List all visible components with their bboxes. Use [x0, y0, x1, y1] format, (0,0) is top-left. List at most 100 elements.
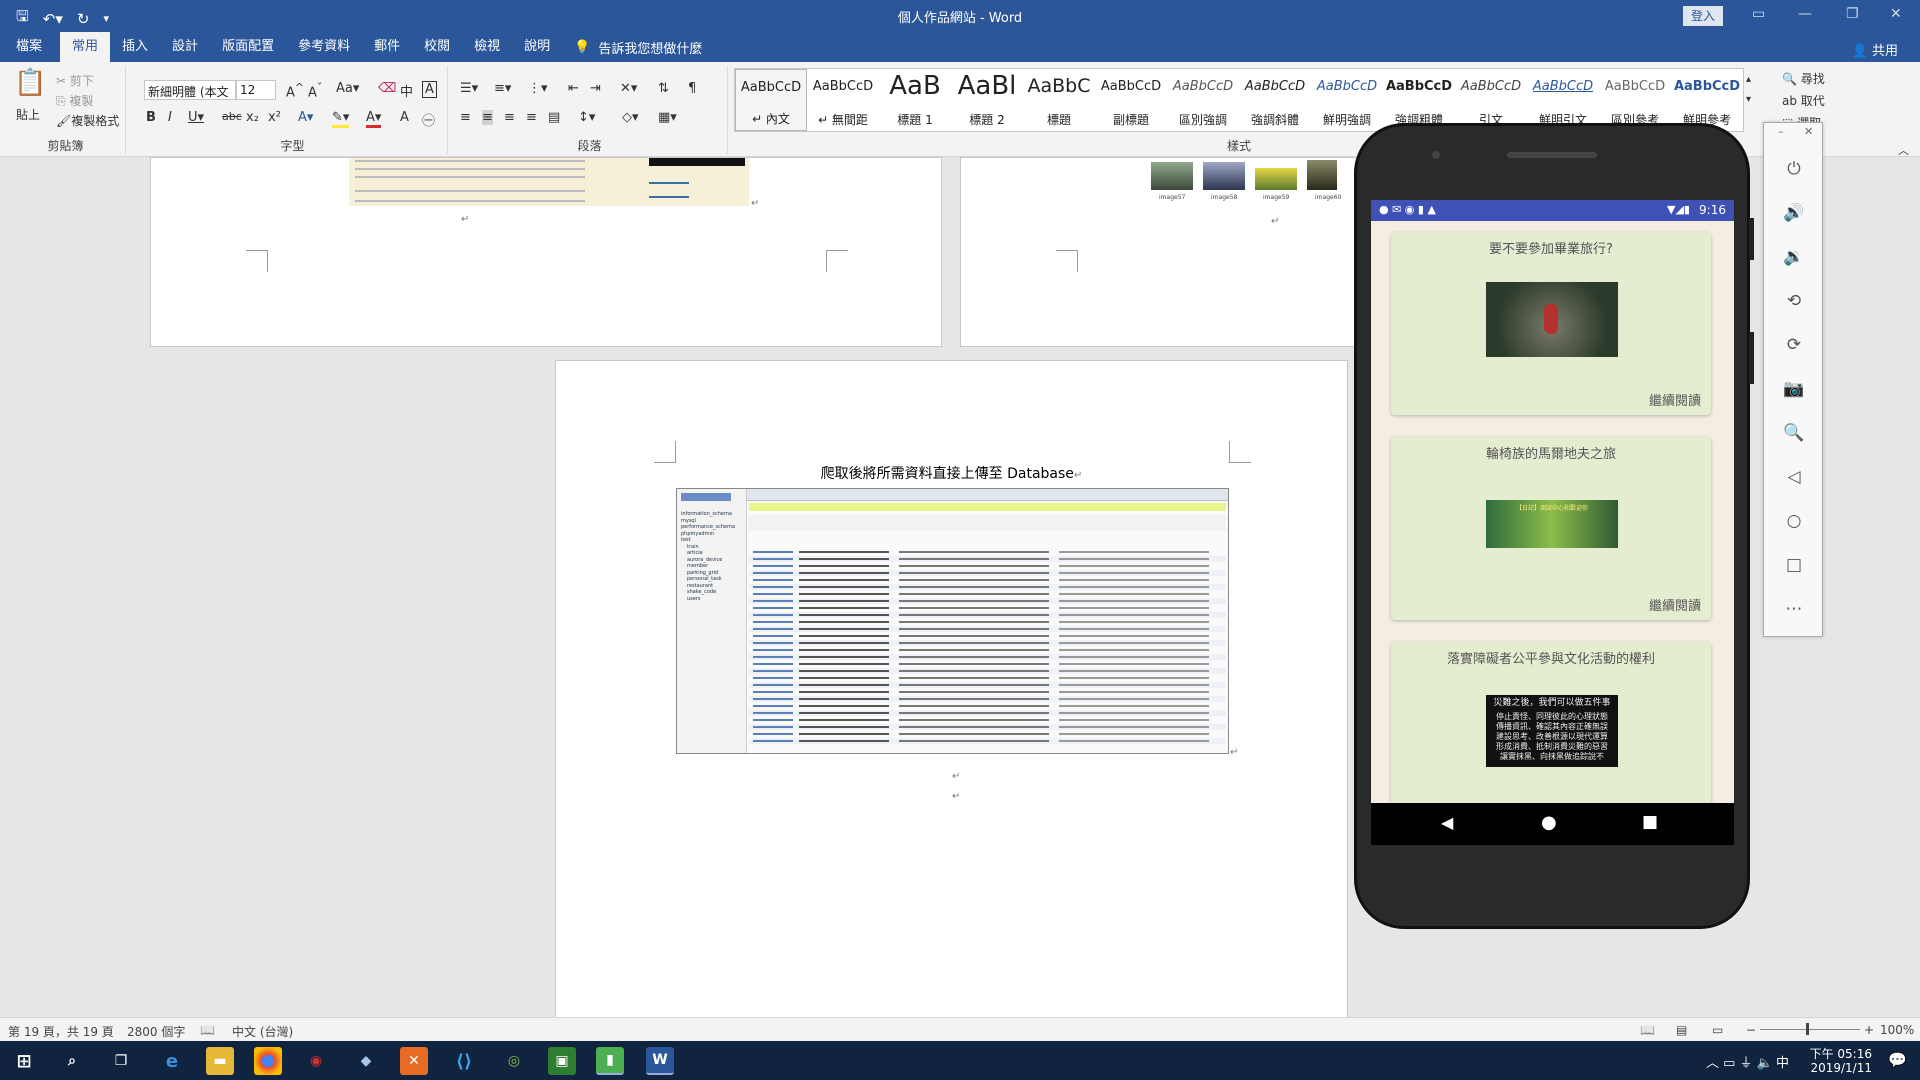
- style-4[interactable]: AaBbC 標題: [1023, 69, 1095, 131]
- clock-time[interactable]: 下午 05:16: [1800, 1045, 1872, 1062]
- db-table-row[interactable]: [749, 696, 1226, 702]
- db-tree-item[interactable]: information_schema: [681, 511, 735, 518]
- increase-indent-icon[interactable]: ⇥: [590, 81, 601, 96]
- page-18-right[interactable]: image57 image58 image59 image60 ↵: [960, 157, 1361, 347]
- show-formatting-icon[interactable]: ¶: [688, 81, 696, 96]
- paste-button[interactable]: 貼上: [16, 106, 40, 123]
- tab-design[interactable]: 設計: [160, 32, 210, 62]
- bullets-icon[interactable]: ☰▾: [460, 81, 478, 96]
- db-table-row[interactable]: [749, 556, 1226, 562]
- clear-format-icon[interactable]: ⌫: [378, 81, 396, 96]
- db-table-row[interactable]: [749, 619, 1226, 625]
- word-count[interactable]: 2800 個字: [127, 1023, 185, 1040]
- style-9[interactable]: AaBbCcD 強調粗體: [1383, 69, 1455, 131]
- style-0[interactable]: AaBbCcD ↵ 內文: [735, 69, 807, 131]
- distributed-icon[interactable]: ▤: [548, 110, 560, 125]
- close-icon[interactable]: ✕: [1890, 6, 1902, 22]
- db-table-row[interactable]: [749, 668, 1226, 674]
- db-table-row[interactable]: [749, 584, 1226, 590]
- multilevel-list-icon[interactable]: ⋮▾: [528, 81, 548, 96]
- start-windows-icon[interactable]: ⊞: [10, 1047, 38, 1075]
- style-12[interactable]: AaBbCcD 區別參考: [1599, 69, 1671, 131]
- style-5[interactable]: AaBbCcD 副標題: [1095, 69, 1167, 131]
- read-mode-icon[interactable]: 📖: [1640, 1023, 1655, 1037]
- power-key[interactable]: [1749, 218, 1754, 260]
- superscript-icon[interactable]: x²: [268, 110, 281, 125]
- power-icon[interactable]: ⏻: [1782, 157, 1806, 181]
- subscript-icon[interactable]: x₂: [246, 110, 259, 125]
- grow-font-icon[interactable]: A^: [286, 81, 304, 100]
- db-table-row[interactable]: [749, 563, 1226, 569]
- print-layout-icon[interactable]: ▤: [1676, 1023, 1687, 1037]
- style-1[interactable]: AaBbCcD ↵ 無間距: [807, 69, 879, 131]
- db-table-row[interactable]: [749, 731, 1226, 737]
- db-table-row[interactable]: [749, 689, 1226, 695]
- input-method[interactable]: 中: [1776, 1052, 1789, 1071]
- page-18-left[interactable]: ↵ ↵: [150, 157, 942, 347]
- app-icon-blue[interactable]: ◆: [352, 1047, 380, 1075]
- shading-icon[interactable]: ◇▾: [622, 110, 639, 125]
- tab-layout[interactable]: 版面配置: [210, 32, 286, 62]
- overview-icon[interactable]: □: [1782, 553, 1806, 577]
- emulator-close-icon[interactable]: ✕: [1804, 125, 1813, 138]
- underline-icon[interactable]: U▾: [188, 110, 204, 125]
- bold-icon[interactable]: B: [146, 110, 156, 125]
- file-explorer-icon[interactable]: ▬: [206, 1047, 234, 1075]
- web-layout-icon[interactable]: ▭: [1712, 1023, 1723, 1037]
- justify-icon[interactable]: ≡: [526, 110, 537, 125]
- db-table-row[interactable]: [749, 633, 1226, 639]
- app-icon-red[interactable]: ◉: [302, 1047, 330, 1075]
- tab-home[interactable]: 常用: [60, 32, 111, 62]
- app-icon-active[interactable]: ▮: [596, 1047, 624, 1075]
- zoom-in-icon[interactable]: +: [1864, 1023, 1874, 1037]
- style-8[interactable]: AaBbCcD 鮮明強調: [1311, 69, 1383, 131]
- db-table-row[interactable]: [749, 612, 1226, 618]
- article-card[interactable]: 要不要參加畢業旅行? 繼續閱讀: [1391, 232, 1711, 415]
- article-card[interactable]: 輪椅族的馬爾地夫之旅 【日記】測試中心和歡迎你 繼續閱讀: [1391, 437, 1711, 620]
- font-size-select[interactable]: 12: [236, 80, 276, 100]
- paste-icon[interactable]: 📋: [14, 68, 46, 98]
- camera-icon[interactable]: 📷: [1782, 377, 1806, 401]
- decrease-indent-icon[interactable]: ⇤: [568, 81, 579, 96]
- save-icon[interactable]: 🖫: [16, 6, 29, 31]
- word-icon[interactable]: W: [646, 1047, 674, 1075]
- ribbon-display-options-icon[interactable]: ▭: [1752, 6, 1765, 22]
- style-11[interactable]: AaBbCcD 鮮明引文: [1527, 69, 1599, 131]
- read-more-link[interactable]: 繼續閱讀: [1649, 595, 1701, 614]
- zoom-level[interactable]: 100%: [1880, 1023, 1914, 1037]
- search-icon[interactable]: ⌕: [58, 1047, 86, 1075]
- db-table-row[interactable]: [749, 591, 1226, 597]
- chrome-icon[interactable]: [254, 1047, 282, 1075]
- align-center-icon[interactable]: ≡: [482, 110, 493, 125]
- font-name-select[interactable]: 新細明體 (本文: [144, 80, 236, 100]
- zoom-out-icon[interactable]: −: [1746, 1023, 1756, 1037]
- zoom-slider[interactable]: [1760, 1029, 1860, 1030]
- system-tray-icons[interactable]: ︿ ▭ ⏚ 🔈: [1706, 1052, 1773, 1071]
- italic-icon[interactable]: I: [168, 110, 172, 125]
- tab-help[interactable]: 說明: [512, 32, 562, 62]
- db-table-row[interactable]: [749, 738, 1226, 744]
- db-tree-item[interactable]: performance_schema: [681, 524, 735, 531]
- zoom-slider-thumb[interactable]: [1806, 1023, 1809, 1035]
- phonetic-guide-icon[interactable]: 中: [400, 81, 413, 100]
- style-2[interactable]: AaB 標題 1: [879, 69, 951, 131]
- db-table-row[interactable]: [749, 710, 1226, 716]
- action-center-icon[interactable]: 💬: [1888, 1051, 1907, 1069]
- proofing-icon[interactable]: 📖: [200, 1023, 215, 1037]
- db-tree-item[interactable]: users: [681, 596, 735, 603]
- db-table-row[interactable]: [749, 661, 1226, 667]
- volume-down-icon[interactable]: 🔉: [1782, 245, 1806, 269]
- restore-icon[interactable]: ❐: [1846, 6, 1859, 22]
- minimize-icon[interactable]: —: [1798, 6, 1812, 22]
- enclose-character-icon[interactable]: ㊀: [422, 110, 435, 129]
- db-table-row[interactable]: [749, 605, 1226, 611]
- db-table-row[interactable]: [749, 675, 1226, 681]
- page-19[interactable]: 爬取後將所需資料直接上傳至 Database↵ information_sche…: [555, 360, 1348, 1020]
- tab-review[interactable]: 校閱: [412, 32, 462, 62]
- format-painter-button[interactable]: 🖌複製格式: [56, 112, 119, 129]
- tell-me-box[interactable]: 💡 告訴我您想做什麼: [574, 38, 702, 57]
- style-10[interactable]: AaBbCcD 引文: [1455, 69, 1527, 131]
- customize-toolbar-icon[interactable]: ▾: [103, 12, 109, 25]
- back-icon[interactable]: ◁: [1782, 465, 1806, 489]
- emulator-minimize-icon[interactable]: –: [1778, 125, 1784, 138]
